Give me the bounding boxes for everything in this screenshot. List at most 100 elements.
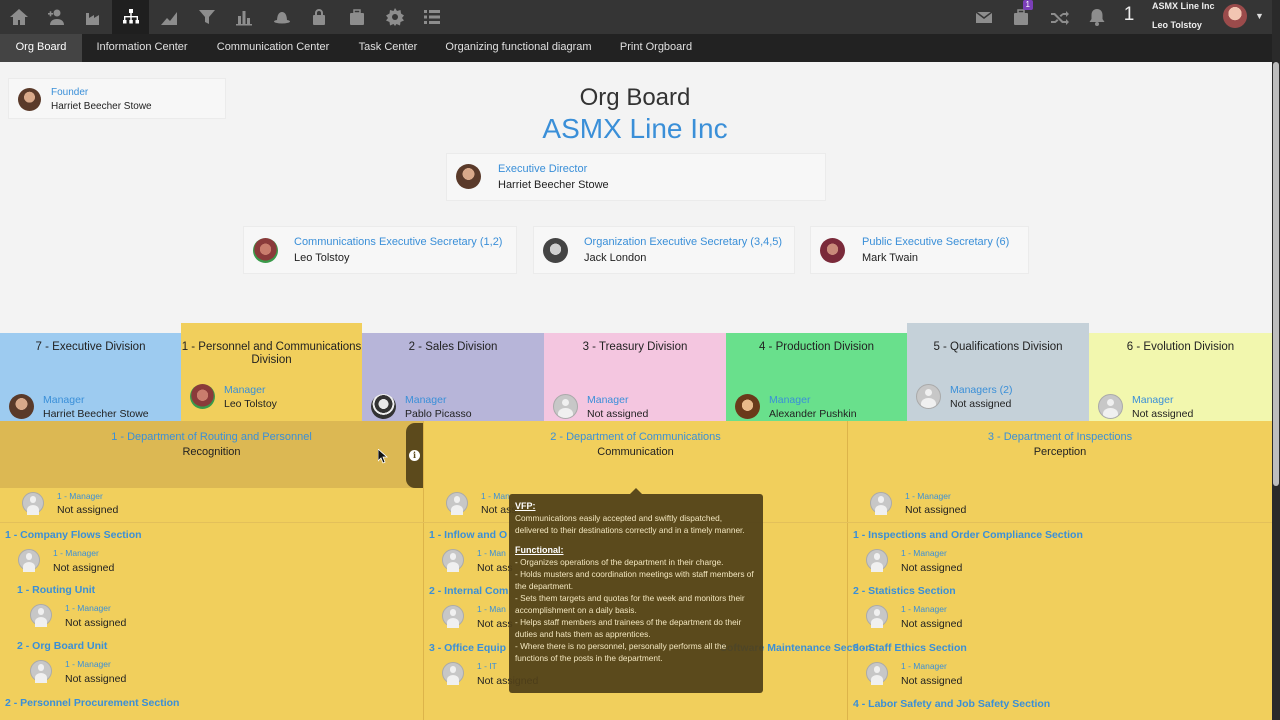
avatar-placeholder-icon: [442, 549, 464, 572]
lock-bag-icon[interactable]: [300, 0, 337, 34]
avatar-placeholder-icon: [446, 492, 468, 515]
division-name: 1 - Personnel and Communications Divisio…: [181, 341, 362, 366]
column-divider: [847, 421, 848, 720]
division-manager-name: Not assigned: [950, 398, 1012, 410]
division-executive[interactable]: 7 - Executive Division Manager Harriet B…: [0, 333, 181, 432]
account-avatar[interactable]: [1223, 4, 1247, 28]
avatar: [18, 88, 41, 111]
division-name: 6 - Evolution Division: [1126, 341, 1235, 353]
gear-icon[interactable]: [376, 0, 413, 34]
avatar: [371, 394, 396, 419]
tab-print-orgboard[interactable]: Print Orgboard: [605, 34, 707, 62]
section-manager-value: Not assigned: [901, 618, 963, 630]
executive-director-card[interactable]: Executive Director Harriet Beecher Stowe: [446, 153, 826, 201]
department-function: Perception: [1033, 446, 1087, 458]
section-manager-label: 1 - Manager: [53, 548, 99, 558]
briefcase-icon[interactable]: [338, 0, 375, 34]
division-production[interactable]: 4 - Production Division Manager Alexande…: [726, 333, 907, 432]
account-user[interactable]: Leo Tolstoy: [1152, 20, 1202, 30]
bar-chart-icon[interactable]: [225, 0, 262, 34]
secretary-name: Leo Tolstoy: [294, 252, 350, 264]
department-title: 3 - Department of Inspections: [987, 431, 1133, 443]
org-chart-icon[interactable]: [112, 0, 149, 34]
division-personnel-communications[interactable]: 1 - Personnel and Communications Divisio…: [181, 323, 362, 422]
bell-icon[interactable]: [1078, 0, 1115, 34]
avatar: [456, 164, 481, 189]
division-qualifications[interactable]: 5 - Qualifications Division Managers (2)…: [907, 323, 1089, 422]
chevron-down-icon[interactable]: ▼: [1255, 11, 1264, 21]
tab-organizing-functional-diagram[interactable]: Organizing functional diagram: [432, 34, 605, 62]
column-divider: [423, 421, 424, 720]
company-name: ASMX Line Inc: [542, 113, 728, 144]
section-manager-label: 1 - Man: [477, 604, 506, 614]
section-title[interactable]: 1 - Inflow and O: [429, 529, 507, 541]
section-manager-label: 1 - Manager: [901, 548, 947, 558]
secretary-card[interactable]: Public Executive Secretary (6) Mark Twai…: [810, 226, 1029, 274]
secretary-card[interactable]: Communications Executive Secretary (1,2)…: [243, 226, 517, 274]
scrollbar-thumb[interactable]: [1273, 62, 1279, 486]
division-evolution[interactable]: 6 - Evolution Division Manager Not assig…: [1089, 333, 1272, 432]
avatar-placeholder-icon: [870, 492, 892, 515]
founder-name: Harriet Beecher Stowe: [51, 101, 152, 112]
section-title[interactable]: 3 - Office Equip: [429, 642, 506, 654]
tooltip-line: - Helps staff members and trainees of th…: [515, 617, 742, 639]
avatar: [9, 394, 34, 419]
grid-menu-icon[interactable]: [413, 0, 450, 34]
avatar: [253, 238, 278, 263]
tab-communication-center[interactable]: Communication Center: [202, 34, 344, 62]
secretary-role: Communications Executive Secretary (1,2): [294, 236, 503, 248]
avatar-placeholder-icon: [30, 604, 52, 627]
hat-icon[interactable]: [263, 0, 300, 34]
scrollbar[interactable]: [1272, 0, 1280, 720]
section-title[interactable]: 1 - Company Flows Section: [5, 529, 142, 541]
department-manager-label: 1 - Man: [481, 491, 510, 501]
funnel-icon[interactable]: [188, 0, 225, 34]
tab-org-board[interactable]: Org Board: [0, 34, 82, 62]
section-title[interactable]: 2 - Statistics Section: [853, 585, 956, 597]
division-sales[interactable]: 2 - Sales Division Manager Pablo Picasso: [362, 333, 544, 432]
tooltip-line: - Organizes operations of the department…: [515, 557, 724, 567]
unit-title[interactable]: 2 - Org Board Unit: [17, 640, 107, 652]
division-manager-label: Manager: [224, 384, 266, 396]
section-title[interactable]: 1 - Inspections and Order Compliance Sec…: [853, 529, 1083, 541]
mail-icon[interactable]: [965, 0, 1002, 34]
mouse-cursor-icon: [378, 449, 388, 464]
division-treasury[interactable]: 3 - Treasury Division Manager Not assign…: [544, 333, 726, 432]
secretary-name: Jack London: [584, 252, 647, 264]
tab-information-center[interactable]: Information Center: [82, 34, 202, 62]
executive-director-name: Harriet Beecher Stowe: [498, 179, 609, 191]
home-icon[interactable]: [0, 0, 37, 34]
secretary-card[interactable]: Organization Executive Secretary (3,4,5)…: [533, 226, 795, 274]
tooltip-functional-title: Functional:: [515, 545, 564, 555]
factory-icon[interactable]: [75, 0, 112, 34]
notification-count[interactable]: 1: [1118, 4, 1140, 26]
division-manager-label: Manager: [405, 394, 447, 406]
add-person-icon[interactable]: [37, 0, 74, 34]
tab-task-center[interactable]: Task Center: [344, 34, 432, 62]
section-manager-label: 1 - IT: [477, 661, 497, 671]
section-title[interactable]: 2 - Internal Com: [429, 585, 508, 597]
section-title[interactable]: 4 - Labor Safety and Job Safety Section: [853, 698, 1050, 710]
notifications-bag-icon[interactable]: 1: [1002, 0, 1039, 34]
tab-bar: Org Board Information Center Communicati…: [0, 34, 1272, 62]
info-icon[interactable]: i: [406, 423, 424, 488]
department-header[interactable]: 1 - Department of Routing and Personnel …: [0, 421, 423, 488]
department-manager-value: Not assigned: [905, 504, 967, 516]
department-manager-value: Not assigned: [57, 504, 119, 516]
department-title: 2 - Department of Communications: [550, 431, 721, 443]
account-company[interactable]: ASMX Line Inc: [1152, 1, 1215, 11]
section-title[interactable]: 2 - Personnel Procurement Section: [5, 697, 179, 709]
shuffle-icon[interactable]: [1040, 0, 1077, 34]
department-header[interactable]: 2 - Department of Communications Communi…: [424, 421, 847, 488]
founder-card[interactable]: Founder Harriet Beecher Stowe: [8, 78, 226, 119]
unit-title[interactable]: 1 - Routing Unit: [17, 584, 95, 596]
division-manager-name: Not assigned: [587, 408, 649, 420]
area-chart-icon[interactable]: [150, 0, 187, 34]
tooltip-line: - Where there is no personnel, personall…: [515, 641, 727, 663]
division-manager-name: Alexander Pushkin: [769, 408, 857, 420]
executive-director-role: Executive Director: [498, 163, 588, 175]
division-name: 4 - Production Division: [758, 341, 875, 353]
tooltip-vfp-text: Communications easily accepted and swift…: [515, 513, 745, 535]
section-title[interactable]: 3 - Staff Ethics Section: [853, 642, 967, 654]
department-header[interactable]: 3 - Department of Inspections Perception: [848, 421, 1272, 488]
